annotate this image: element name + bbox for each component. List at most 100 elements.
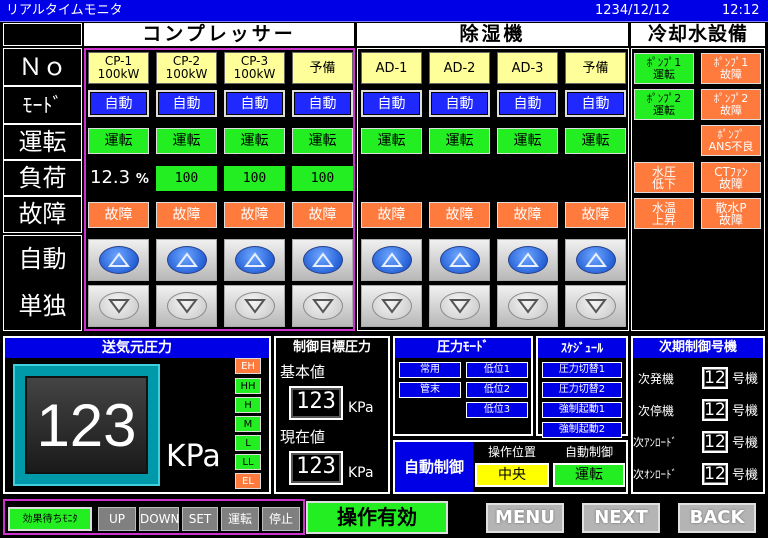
title-bar: リアルタイムモニタ 1234/12/12 12:12 xyxy=(0,0,768,22)
next-button[interactable]: NEXT xyxy=(582,503,660,533)
level-hh-indicator: HH xyxy=(235,378,261,394)
up-triangle-icon xyxy=(302,246,343,274)
mode-low2-button[interactable]: 低位2 xyxy=(466,382,528,398)
next-stop-label: 次停機 xyxy=(638,404,675,418)
ad-mode-auto-button[interactable]: 自動 xyxy=(361,90,422,117)
down-triangle-icon xyxy=(234,292,275,320)
ad-fault-indicator: 故障 xyxy=(429,202,490,228)
mode-low1-button[interactable]: 低位1 xyxy=(466,362,528,378)
cp-fault-indicator: 故障 xyxy=(292,202,353,228)
cp-fault-indicator: 故障 xyxy=(156,202,217,228)
up-triangle-icon xyxy=(166,246,207,274)
level-ll-indicator: LL xyxy=(235,454,261,470)
source-pressure-display: 123 xyxy=(13,364,160,486)
up-button[interactable]: UP xyxy=(98,507,136,531)
down-triangle-icon xyxy=(507,292,548,320)
back-button[interactable]: BACK xyxy=(678,503,756,533)
cp-load-value: 12.3 % xyxy=(90,166,150,190)
ad-fault-indicator: 故障 xyxy=(497,202,558,228)
cp-mode-auto-button[interactable]: 自動 xyxy=(156,90,217,117)
single-stop-button[interactable] xyxy=(224,285,285,327)
cp-mode-auto-button[interactable]: 自動 xyxy=(292,90,353,117)
row-label-fault: 故障 xyxy=(3,196,82,233)
next-unload-value: 12 xyxy=(702,431,728,453)
single-stop-button[interactable] xyxy=(565,285,626,327)
single-stop-button[interactable] xyxy=(88,285,149,327)
schedule-title: ｽｹｼﾞｭｰﾙ xyxy=(538,338,626,358)
cp-run-indicator: 運転 xyxy=(292,128,353,154)
pump-ans-fault-indicator: ﾎﾟﾝﾌﾟ ANS不良 xyxy=(701,125,761,156)
auto-start-button[interactable] xyxy=(497,239,558,281)
ad-mode-auto-button[interactable]: 自動 xyxy=(497,90,558,117)
operation-enabled-button[interactable]: 操作有効 xyxy=(306,501,448,534)
dehumidifier-header: 除湿機 xyxy=(357,23,628,46)
ad-mode-auto-button[interactable]: 自動 xyxy=(565,90,626,117)
level-h-indicator: H xyxy=(235,397,261,413)
water-pressure-low-indicator: 水圧 低下 xyxy=(634,162,694,193)
cp-mode-auto-button[interactable]: 自動 xyxy=(88,90,149,117)
next-onload-value: 12 xyxy=(702,463,728,485)
pressure-mode-title: 圧力ﾓｰﾄﾞ xyxy=(395,338,531,358)
auto-control-status-value: 運転 xyxy=(553,463,625,487)
cp-fault-indicator: 故障 xyxy=(224,202,285,228)
schedule-pressure-switch2-button[interactable]: 圧力切替2 xyxy=(542,382,622,398)
single-stop-button[interactable] xyxy=(429,285,490,327)
single-stop-button[interactable] xyxy=(497,285,558,327)
cp-mode-auto-button[interactable]: 自動 xyxy=(224,90,285,117)
set-button[interactable]: SET xyxy=(182,507,218,531)
base-value-label: 基本値 xyxy=(280,363,326,381)
single-stop-button[interactable] xyxy=(156,285,217,327)
effect-wait-monitor-button[interactable]: 効果待ちﾓﾆﾀ xyxy=(8,507,92,531)
row-label-no: Ｎｏ xyxy=(3,48,82,86)
ad-run-indicator: 運転 xyxy=(497,128,558,154)
operation-position-label: 操作位置 xyxy=(487,445,536,459)
auto-start-button[interactable] xyxy=(224,239,285,281)
schedule-force-start2-button[interactable]: 強制起動2 xyxy=(542,422,622,438)
auto-start-button[interactable] xyxy=(88,239,149,281)
next-stop-value: 12 xyxy=(702,399,728,421)
next-start-unit: 号機 xyxy=(732,372,759,387)
auto-start-button[interactable] xyxy=(565,239,626,281)
up-triangle-icon xyxy=(439,246,480,274)
cooling-header: 冷却水設備 xyxy=(631,23,765,46)
source-pressure-title: 送気元圧力 xyxy=(5,338,269,358)
ad-mode-auto-button[interactable]: 自動 xyxy=(429,90,490,117)
row-label-load: 負荷 xyxy=(3,160,82,196)
row-label-auto-single: 自動 単独 xyxy=(3,235,82,331)
compressor-header: コンプレッサー xyxy=(84,23,354,46)
single-stop-button[interactable] xyxy=(292,285,353,327)
ct-fan-fault-indicator: CTﾌｧﾝ 故障 xyxy=(701,162,761,193)
auto-start-button[interactable] xyxy=(429,239,490,281)
next-control-title: 次期制御号機 xyxy=(633,338,763,358)
next-unload-unit: 号機 xyxy=(732,436,759,451)
footer-stop-button[interactable]: 停止 xyxy=(262,507,300,531)
ad-no-label: AD-3 xyxy=(497,52,558,84)
cp-no-label: CP-1 100kW xyxy=(88,52,149,84)
mode-end-button[interactable]: 管末 xyxy=(399,382,461,398)
down-button[interactable]: DOWN xyxy=(139,507,180,531)
time-display: 12:12 xyxy=(722,3,760,18)
single-stop-button[interactable] xyxy=(361,285,422,327)
next-onload-label: 次ｵﾝﾛｰﾄﾞ xyxy=(633,468,677,481)
schedule-force-start1-button[interactable]: 強制起動1 xyxy=(542,402,622,418)
row-label-auto: 自動 xyxy=(18,245,67,273)
schedule-pressure-switch1-button[interactable]: 圧力切替1 xyxy=(542,362,622,378)
auto-control-label: 自動制御 xyxy=(395,442,473,492)
cp-fault-indicator: 故障 xyxy=(88,202,149,228)
auto-start-button[interactable] xyxy=(292,239,353,281)
mode-normal-button[interactable]: 常用 xyxy=(399,362,461,378)
menu-button[interactable]: MENU xyxy=(486,503,564,533)
auto-start-button[interactable] xyxy=(361,239,422,281)
down-triangle-icon xyxy=(575,292,616,320)
cp-load-value: 100 xyxy=(156,166,217,191)
next-start-value: 12 xyxy=(702,367,728,389)
ad-no-label: 予備 xyxy=(565,52,626,84)
app-title: リアルタイムモニタ xyxy=(6,3,123,18)
mode-low3-button[interactable]: 低位3 xyxy=(466,402,528,418)
footer-run-button[interactable]: 運転 xyxy=(221,507,259,531)
cp-load-value: 100 xyxy=(292,166,353,191)
pump1-fault-indicator: ﾎﾟﾝﾌﾟ1 故障 xyxy=(701,53,761,84)
row-label-mode: ﾓｰﾄﾞ xyxy=(3,86,82,124)
source-pressure-value: 123 xyxy=(25,376,148,474)
auto-start-button[interactable] xyxy=(156,239,217,281)
